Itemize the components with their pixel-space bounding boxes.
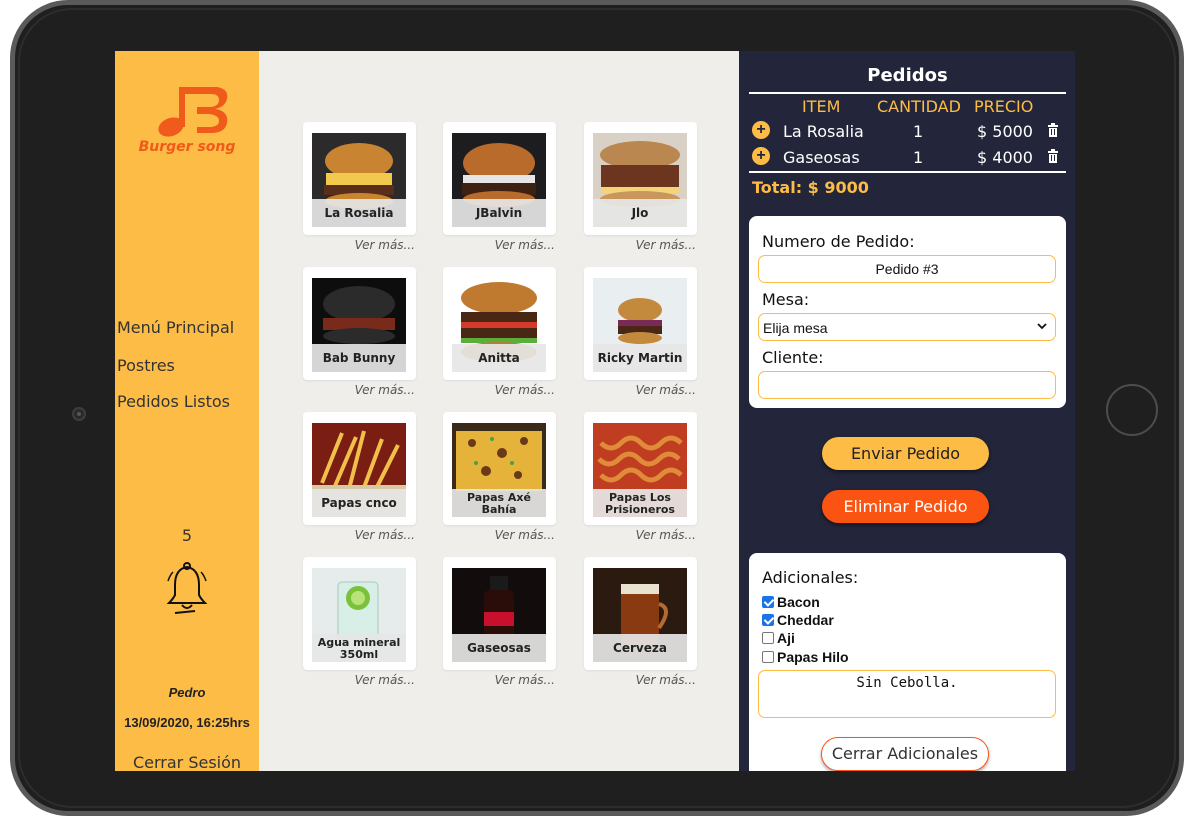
checkbox-unchecked[interactable] — [762, 651, 774, 663]
client-label: Cliente: — [762, 348, 824, 367]
divider — [749, 92, 1066, 94]
extras-box: Adicionales: Bacon Cheddar Aji Papas Hil… — [749, 553, 1066, 771]
order-form: Numero de Pedido: Pedido #3 Mesa: Elija … — [749, 216, 1066, 408]
table-select-value: Elija mesa — [763, 320, 828, 336]
extras-note-textarea[interactable]: Sin Cebolla. — [758, 670, 1056, 718]
session-datetime: 13/09/2020, 16:25hrs — [124, 715, 250, 730]
ver-mas-link[interactable]: Ver más... — [583, 383, 696, 397]
order-item-price: $ 4000 — [977, 148, 1033, 167]
product-card[interactable]: Ricky Martin — [584, 267, 697, 380]
notification-count: 5 — [181, 526, 193, 545]
product-card[interactable]: Anitta — [443, 267, 556, 380]
close-extras-button[interactable]: Cerrar Adicionales — [821, 737, 989, 771]
ver-mas-link[interactable]: Ver más... — [302, 238, 415, 252]
product-name: La Rosalia — [312, 199, 406, 227]
ver-mas-link[interactable]: Ver más... — [583, 528, 696, 542]
add-quantity-button[interactable]: + — [752, 121, 770, 139]
nav-pedidos-listos[interactable]: Pedidos Listos — [117, 392, 230, 411]
product-name: Papas Los Prisioneros — [593, 489, 687, 517]
product-card[interactable]: Agua mineral 350ml — [303, 557, 416, 670]
ver-mas-link[interactable]: Ver más... — [583, 673, 696, 687]
order-number-label: Numero de Pedido: — [762, 232, 915, 251]
checkbox-unchecked[interactable] — [762, 632, 774, 644]
order-item-price: $ 5000 — [977, 122, 1033, 141]
chevron-down-icon — [1037, 323, 1047, 330]
product-name: Agua mineral 350ml — [312, 634, 406, 662]
divider — [749, 171, 1066, 173]
ver-mas-link[interactable]: Ver más... — [302, 673, 415, 687]
extra-option-papas-hilo[interactable]: Papas Hilo — [762, 649, 849, 665]
product-name: Ricky Martin — [593, 344, 687, 372]
ver-mas-link[interactable]: Ver más... — [442, 383, 555, 397]
product-card[interactable]: Papas cnco — [303, 412, 416, 525]
column-item: ITEM — [802, 97, 841, 116]
brand-name: Burger song — [138, 139, 236, 155]
order-item-quantity: 1 — [913, 148, 924, 167]
trash-icon[interactable] — [1047, 149, 1059, 163]
extras-title: Adicionales: — [762, 568, 859, 587]
extra-option-label: Papas Hilo — [777, 649, 849, 665]
send-order-button[interactable]: Enviar Pedido — [822, 437, 989, 470]
product-card[interactable]: JBalvin — [443, 122, 556, 235]
nav-menu-principal[interactable]: Menú Principal — [117, 318, 234, 337]
order-item-name: Gaseosas — [783, 148, 860, 167]
user-name: Pedro — [168, 685, 206, 700]
orders-panel: Pedidos ITEM CANTIDAD PRECIO + La Rosali… — [739, 51, 1075, 771]
product-card[interactable]: Bab Bunny — [303, 267, 416, 380]
product-name: Papas Axé Bahía — [452, 489, 546, 517]
product-card[interactable]: Jlo — [584, 122, 697, 235]
order-number-field[interactable]: Pedido #3 — [758, 255, 1056, 283]
product-card[interactable]: Gaseosas — [443, 557, 556, 670]
product-name: JBalvin — [452, 199, 546, 227]
ver-mas-link[interactable]: Ver más... — [442, 528, 555, 542]
trash-icon[interactable] — [1047, 123, 1059, 137]
product-name: Bab Bunny — [312, 344, 406, 372]
order-item-name: La Rosalia — [783, 122, 864, 141]
order-item-quantity: 1 — [913, 122, 924, 141]
checkbox-checked[interactable] — [762, 614, 774, 626]
product-name: Gaseosas — [452, 634, 546, 662]
product-name: Anitta — [452, 344, 546, 372]
client-field[interactable] — [758, 371, 1056, 399]
product-name: Papas cnco — [312, 489, 406, 517]
product-card[interactable]: Papas Axé Bahía — [443, 412, 556, 525]
extra-option-label: Bacon — [777, 594, 820, 610]
table-select[interactable]: Elija mesa — [758, 313, 1056, 341]
column-price: PRECIO — [974, 97, 1034, 116]
column-quantity: CANTIDAD — [877, 97, 961, 116]
product-card[interactable]: Papas Los Prisioneros — [584, 412, 697, 525]
extra-option-aji[interactable]: Aji — [762, 630, 795, 646]
camera-icon — [72, 407, 86, 421]
ver-mas-link[interactable]: Ver más... — [442, 238, 555, 252]
ver-mas-link[interactable]: Ver más... — [583, 238, 696, 252]
bell-icon[interactable] — [165, 561, 209, 617]
add-quantity-button[interactable]: + — [752, 147, 770, 165]
home-button[interactable] — [1106, 384, 1158, 436]
extra-option-bacon[interactable]: Bacon — [762, 594, 820, 610]
ver-mas-link[interactable]: Ver más... — [302, 528, 415, 542]
delete-order-button[interactable]: Eliminar Pedido — [822, 490, 989, 523]
checkbox-checked[interactable] — [762, 596, 774, 608]
product-card[interactable]: Cerveza — [584, 557, 697, 670]
product-card[interactable]: La Rosalia — [303, 122, 416, 235]
product-name: Cerveza — [593, 634, 687, 662]
extra-option-label: Cheddar — [777, 612, 834, 628]
sidebar: Burger song Menú Principal Postres Pedid… — [115, 51, 259, 771]
extra-option-label: Aji — [777, 630, 795, 646]
orders-title: Pedidos — [867, 65, 948, 86]
nav-postres[interactable]: Postres — [117, 356, 175, 375]
ver-mas-link[interactable]: Ver más... — [302, 383, 415, 397]
table-label: Mesa: — [762, 290, 810, 309]
app-screen: Burger song Menú Principal Postres Pedid… — [115, 51, 1075, 771]
product-name: Jlo — [593, 199, 687, 227]
extra-option-cheddar[interactable]: Cheddar — [762, 612, 834, 628]
logout-link[interactable]: Cerrar Sesión — [115, 753, 259, 771]
ver-mas-link[interactable]: Ver más... — [442, 673, 555, 687]
order-total: Total: $ 9000 — [752, 178, 869, 197]
